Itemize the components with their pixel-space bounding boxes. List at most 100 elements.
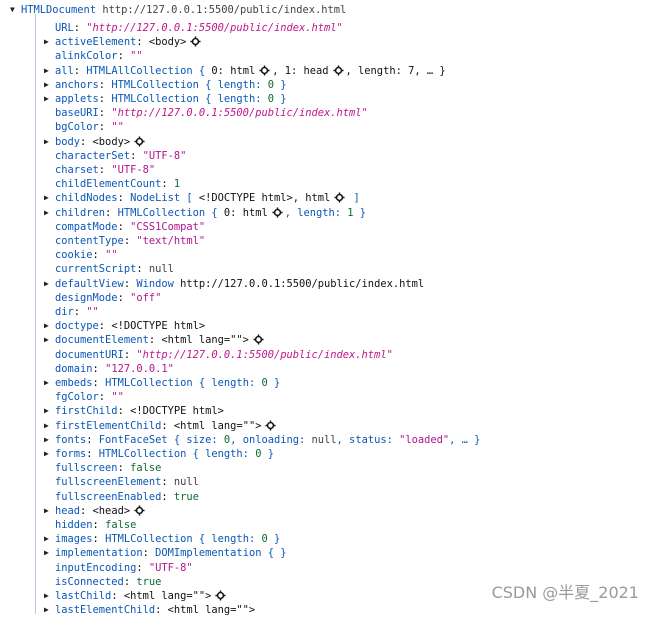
property-value-part: 0: html <box>211 64 256 77</box>
key-separator: : <box>123 235 137 247</box>
property-value-part: "loaded" <box>399 433 450 446</box>
property-row-dir: ▶dir: "" <box>44 305 99 319</box>
property-key: fonts <box>55 433 87 446</box>
key-separator: : <box>92 377 106 389</box>
property-value-part: <body> <box>92 135 131 148</box>
property-value-part: "" <box>111 391 124 404</box>
key-separator: : <box>123 277 137 290</box>
key-separator: : <box>161 476 174 489</box>
key-separator: : <box>117 291 131 304</box>
expand-triangle-icon[interactable]: ▶ <box>44 78 55 92</box>
expand-triangle-icon[interactable]: ▶ <box>44 35 55 49</box>
property-value-part: "" <box>86 306 99 318</box>
property-value-part: <!DOCTYPE html> <box>130 405 224 418</box>
expand-triangle-icon[interactable]: ▶ <box>44 92 55 106</box>
expand-triangle-icon[interactable]: ▶ <box>44 589 55 603</box>
property-row-bgColor: ▶bgColor: "" <box>44 120 124 134</box>
expand-triangle-icon[interactable]: ▶ <box>44 447 55 461</box>
property-key: contentType <box>55 235 124 247</box>
property-row-body[interactable]: ▶ body: <body> <box>44 135 147 149</box>
property-key: hidden <box>55 519 93 531</box>
expanded-triangle-icon[interactable]: ▼ <box>10 3 21 17</box>
property-key: activeElement <box>55 36 137 49</box>
property-value-part: "text/html" <box>136 235 206 247</box>
property-row-currentScript: ▶currentScript: null <box>44 262 174 276</box>
property-row-fonts[interactable]: ▶ fonts: FontFaceSet { size: 0, onloading… <box>44 433 480 447</box>
property-key: fullscreenEnabled <box>55 490 162 503</box>
expand-triangle-icon[interactable]: ▶ <box>44 319 55 333</box>
key-separator: : <box>111 590 124 602</box>
property-key: head <box>55 504 81 517</box>
property-row-activeElement[interactable]: ▶ activeElement: <body> <box>44 35 203 49</box>
property-value-part: "" <box>130 50 143 63</box>
property-key: children <box>55 206 106 219</box>
expand-triangle-icon[interactable]: ▶ <box>44 603 55 617</box>
property-key: all <box>55 64 74 77</box>
property-value-part: false <box>130 462 162 475</box>
property-key: lastElementChild <box>55 604 156 617</box>
key-separator: : <box>117 192 131 205</box>
property-row-children[interactable]: ▶ children: HTMLCollection { 0: html , len… <box>44 206 366 220</box>
property-value-part: } <box>273 78 287 91</box>
key-separator: : <box>73 64 87 77</box>
property-row-applets[interactable]: ▶ applets: HTMLCollection { length: 0 } <box>44 92 287 106</box>
property-row-embeds[interactable]: ▶ embeds: HTMLCollection { length: 0 } <box>44 376 280 390</box>
property-value-part: "http://127.0.0.1:5500/public/index.html… <box>111 107 368 120</box>
property-row-firstElementChild[interactable]: ▶ firstElementChild: <html lang=""> <box>44 419 278 433</box>
property-key: alinkColor <box>55 50 118 63</box>
property-key: applets <box>55 93 99 105</box>
property-row-all[interactable]: ▶ all: HTMLAllCollection { 0: html , 1: he… <box>44 64 446 78</box>
property-row-documentElement[interactable]: ▶ documentElement: <html lang=""> <box>44 333 266 347</box>
property-key: firstChild <box>55 405 118 418</box>
property-row-anchors[interactable]: ▶ anchors: HTMLCollection { length: 0 } <box>44 78 287 92</box>
key-separator: : <box>155 604 168 617</box>
expand-triangle-icon[interactable]: ▶ <box>44 404 55 418</box>
expand-triangle-icon[interactable]: ▶ <box>44 546 55 560</box>
expand-triangle-icon[interactable]: ▶ <box>44 532 55 546</box>
expand-triangle-icon[interactable]: ▶ <box>44 206 55 220</box>
property-value-part: } <box>261 448 274 460</box>
inspect-node-icon[interactable] <box>332 65 344 80</box>
property-key: forms <box>55 448 87 460</box>
property-row-defaultView[interactable]: ▶ defaultView: Window http://127.0.0.1:55… <box>44 277 424 291</box>
property-key: fullscreenElement <box>55 476 162 489</box>
property-key: firstElementChild <box>55 419 162 432</box>
inspect-node-icon[interactable] <box>272 207 283 222</box>
property-value-part: <!DOCTYPE html> <box>111 320 206 333</box>
property-value-part: <!DOCTYPE html>, html <box>198 192 331 205</box>
property-value-part: true <box>173 490 199 503</box>
expand-triangle-icon[interactable]: ▶ <box>44 64 55 78</box>
expand-triangle-icon[interactable]: ▶ <box>44 135 55 149</box>
property-key: currentScript <box>55 263 137 276</box>
key-separator: : <box>73 306 87 318</box>
property-row-implementation[interactable]: ▶ implementation: DOMImplementation { } <box>44 546 286 560</box>
property-value-part: http://127.0.0.1:5500/public/index.html <box>180 277 425 290</box>
property-key: childElementCount <box>55 178 162 191</box>
property-row-doctype[interactable]: ▶ doctype: <!DOCTYPE html> <box>44 319 205 333</box>
key-separator: : <box>117 405 131 418</box>
property-value-part: HTMLCollection { length: <box>98 448 256 460</box>
property-key: anchors <box>55 78 99 91</box>
property-row-images[interactable]: ▶ images: HTMLCollection { length: 0 } <box>44 532 280 546</box>
property-row-head[interactable]: ▶ head: <head> <box>44 504 147 518</box>
expand-triangle-icon[interactable]: ▶ <box>44 433 55 447</box>
property-row-childElementCount: ▶childElementCount: 1 <box>44 177 180 191</box>
property-row-lastElementChild[interactable]: ▶ lastElementChild: <html lang=""> <box>44 603 255 617</box>
property-row-firstChild[interactable]: ▶ firstChild: <!DOCTYPE html> <box>44 404 224 418</box>
inspect-node-icon[interactable] <box>190 36 201 51</box>
expand-triangle-icon[interactable]: ▶ <box>44 333 55 347</box>
expand-triangle-icon[interactable]: ▶ <box>44 191 55 205</box>
key-separator: : <box>117 462 131 475</box>
property-row-lastChild[interactable]: ▶ lastChild: <html lang=""> <box>44 589 228 603</box>
property-row-forms[interactable]: ▶ forms: HTMLCollection { length: 0 } <box>44 447 274 461</box>
key-separator: : <box>136 263 149 276</box>
tree-root-header[interactable]: ▼ HTMLDocument http://127.0.0.1:5500/publ… <box>10 3 346 17</box>
property-row-childNodes[interactable]: ▶ childNodes: NodeList [ <!DOCTYPE html>,… <box>44 191 360 205</box>
key-separator: : <box>161 419 174 432</box>
property-value-part: <html lang=""> <box>123 590 212 602</box>
expand-triangle-icon[interactable]: ▶ <box>44 376 55 390</box>
expand-triangle-icon[interactable]: ▶ <box>44 504 55 518</box>
expand-triangle-icon[interactable]: ▶ <box>44 277 55 291</box>
expand-triangle-icon[interactable]: ▶ <box>44 419 55 433</box>
property-key: cookie <box>55 249 93 262</box>
